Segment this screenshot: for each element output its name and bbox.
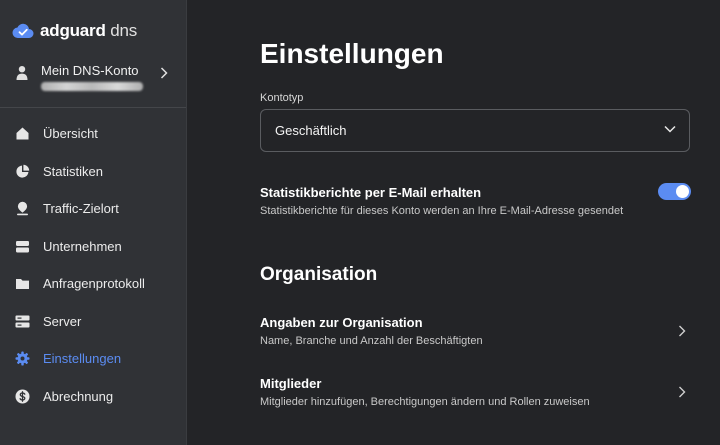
sidebar-item-label: Abrechnung (43, 388, 114, 404)
sidebar: adguard dns Mein DNS-Konto Übersicht Sta… (0, 0, 187, 445)
company-icon (16, 240, 29, 252)
row-description: Name, Branche und Anzahl der Beschäftigt… (260, 335, 483, 347)
account-type-label: Kontotyp (260, 92, 304, 104)
dollar-icon (15, 389, 30, 403)
sidebar-item-einstellungen[interactable]: Einstellungen (0, 340, 186, 378)
server-icon (15, 315, 30, 327)
brand-name: adguard dns (40, 21, 138, 40)
organisation-section-title: Organisation (260, 264, 378, 285)
sidebar-item-label: Statistiken (43, 163, 103, 179)
account-switcher[interactable]: Mein DNS-Konto (0, 58, 186, 108)
account-name: Mein DNS-Konto (41, 63, 139, 78)
stats-reports-description: Statistikberichte für dieses Konto werde… (260, 205, 624, 217)
account-type-value: Geschäftlich (275, 123, 347, 138)
location-pin-icon (17, 201, 28, 216)
stats-reports-title: Statistikberichte per E-Mail erhalten (260, 185, 482, 200)
cloud-check-icon (12, 23, 34, 39)
row-title: Angaben zur Organisation (260, 315, 423, 330)
stats-reports-toggle[interactable] (658, 183, 691, 200)
toggle-knob (676, 185, 689, 198)
sidebar-item-anfragenprotokoll[interactable]: Anfragenprotokoll (0, 265, 186, 303)
sidebar-item-label: Anfragenprotokoll (43, 276, 145, 291)
brand-logo[interactable]: adguard dns (12, 20, 137, 42)
sidebar-item-unternehmen[interactable]: Unternehmen (0, 228, 186, 266)
sidebar-item-traffic-zielort[interactable]: Traffic-Zielort (0, 190, 186, 228)
sidebar-item-uebersicht[interactable]: Übersicht (0, 115, 186, 153)
sidebar-item-statistiken[interactable]: Statistiken (0, 153, 186, 191)
folder-icon (16, 279, 29, 289)
sidebar-item-label: Einstellungen (43, 351, 122, 366)
chevron-right-icon (160, 67, 168, 79)
sidebar-item-label: Traffic-Zielort (43, 201, 119, 216)
sidebar-item-abrechnung[interactable]: Abrechnung (0, 378, 186, 416)
gear-icon (15, 351, 30, 366)
members-row[interactable]: Mitglieder Mitglieder hinzufügen, Berech… (260, 376, 690, 416)
account-email-redacted (41, 82, 143, 91)
home-icon (16, 127, 29, 140)
settings-main: Einstellungen Kontotyp Geschäftlich Stat… (188, 0, 720, 445)
organisation-details-row[interactable]: Angaben zur Organisation Name, Branche u… (260, 315, 690, 355)
chevron-right-icon (679, 386, 686, 398)
account-type-select[interactable]: Geschäftlich (260, 109, 690, 152)
sidebar-item-label: Server (43, 313, 82, 329)
page-title: Einstellungen (260, 38, 444, 69)
chevron-down-icon (664, 125, 676, 133)
row-title: Mitglieder (260, 376, 322, 391)
sidebar-item-label: Unternehmen (43, 238, 122, 254)
sidebar-item-server[interactable]: Server (0, 303, 186, 341)
user-icon (16, 66, 28, 80)
chevron-right-icon (679, 325, 686, 337)
sidebar-item-label: Übersicht (43, 126, 98, 141)
row-description: Mitglieder hinzufügen, Berechtigungen än… (260, 396, 590, 408)
pie-chart-icon (16, 164, 30, 178)
sidebar-nav: Übersicht Statistiken Traffic-Zielort Un… (0, 115, 186, 415)
